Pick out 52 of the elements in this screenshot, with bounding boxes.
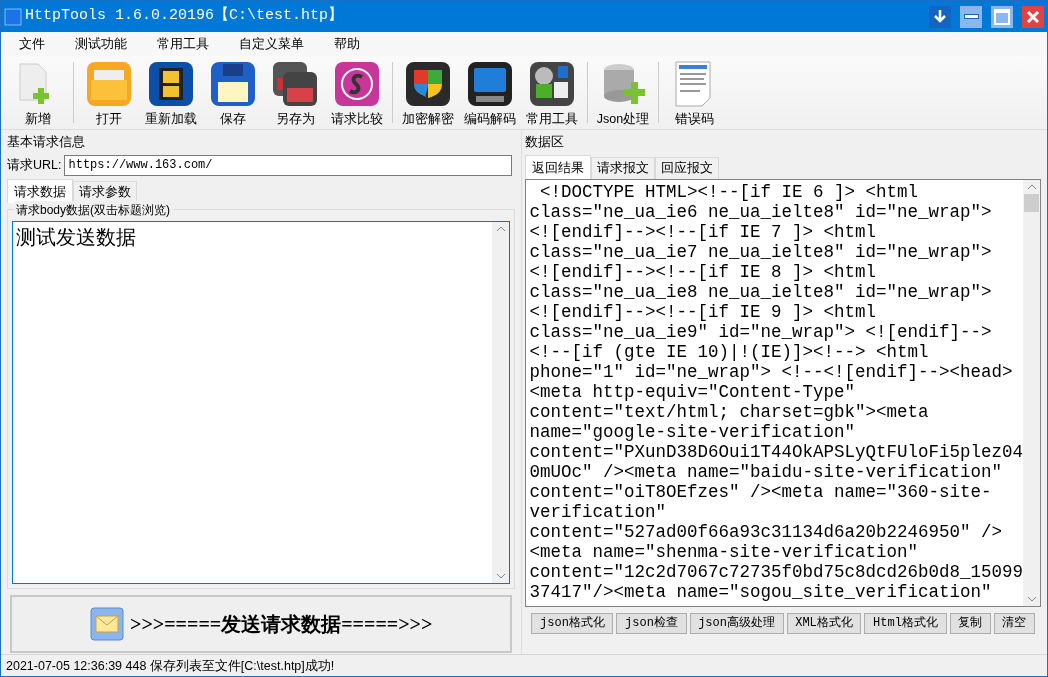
toolbar-button[interactable]: 打开: [78, 56, 140, 129]
tab[interactable]: 请求报文: [591, 156, 656, 179]
menu-item[interactable]: 常用工具: [142, 32, 224, 56]
toolbar-button[interactable]: 错误码: [663, 56, 725, 129]
toolbar-button[interactable]: 编码解码: [459, 56, 521, 129]
compare-icon: [333, 60, 381, 108]
tab[interactable]: 请求参数: [73, 180, 137, 203]
envelope-icon: [90, 606, 125, 641]
minimize-icon: [963, 14, 979, 19]
close-button[interactable]: [1022, 5, 1044, 28]
menu-item[interactable]: 测试功能: [60, 32, 142, 56]
toolbar-button[interactable]: Json处理: [592, 56, 654, 129]
action-button[interactable]: Html格式化: [864, 612, 947, 634]
toolbar-button[interactable]: 保存: [202, 56, 264, 129]
action-button[interactable]: json检查: [616, 612, 687, 634]
status-text: 2021-07-05 12:36:39 448 保存列表至文件[C:\test.htp]成功!: [1, 654, 1047, 676]
menu-item[interactable]: 文件: [4, 32, 60, 56]
toolbar-button[interactable]: 常用工具: [521, 56, 583, 129]
toolbar-button[interactable]: 另存为: [264, 56, 326, 129]
menu-item[interactable]: 帮助: [319, 32, 375, 56]
folder-icon: [85, 60, 133, 108]
action-button[interactable]: json高级处理: [689, 612, 784, 634]
monitor-icon: [466, 60, 514, 108]
section-title: 基本请求信息: [7, 134, 86, 151]
maximize-button[interactable]: [991, 5, 1013, 28]
tab[interactable]: 请求数据: [7, 178, 73, 203]
scroll-thumb[interactable]: [1024, 193, 1039, 212]
toolbar-button[interactable]: 请求比较: [326, 56, 388, 129]
tab[interactable]: 回应报文: [655, 156, 720, 179]
action-button[interactable]: 清空: [993, 612, 1035, 634]
film-icon: [147, 60, 195, 108]
floppy-disks-icon: [271, 60, 319, 108]
url-label: 请求URL:: [7, 156, 62, 174]
toolbar-button[interactable]: 加密解密: [397, 56, 459, 129]
section-title: 数据区: [525, 134, 566, 151]
shield-icon: [404, 60, 452, 108]
action-button[interactable]: 复制: [949, 612, 991, 634]
group-title: 请求body数据(双击标题浏览): [14, 200, 172, 219]
toolbar-button[interactable]: 重新加载: [140, 56, 202, 129]
minimize-button[interactable]: [960, 5, 982, 28]
menu-item[interactable]: 自定义菜单: [224, 32, 319, 56]
action-button[interactable]: XML格式化: [786, 612, 862, 634]
url-field[interactable]: https://www.163.com/: [64, 154, 513, 176]
response-text: <!DOCTYPE HTML><!--[if IE 6 ]> <html class="ne_ua_ie6 ne_ua_ielte8" id="ne_wrap"> <![endif]--><!--[if IE 7 ]> <html class="ne_ua_ie7 ne_ua_ielte8" id="ne_wrap"> <![endif]--><!--[if IE 8 ]> <html class="ne_ua_ie8 ne_ua_ielte8" id="ne_wrap"> <![endif]--><!--[if IE 9 ]> <html class="ne_ua_ie9" id="ne_wrap"> <![endif]--> <!--[if (gte IE 10)|!(IE)]><!--> <html phone="1" id="ne_wrap"> <!--<![endif]--><head> <meta http-equiv="Content-Type" content="text/html; charset=gbk"><meta name="google-site-verification" content="PXunD38D6Oui1T44OkAPSLyQtFUloFi5plez04 0mUOc" /><meta name="baidu-site-verification" content="oiT8OEfzes" /><meta name="360-site- verification" content="527ad00f66a93c31134d6a20b2246950" /> <meta name="shenma-site-verification" content="12c2d7067c72735f0bd75c8dcd26b0d8_15099 37417"/><meta name="sogou_site_verification": [528, 180, 1023, 604]
window-title: HttpTools 1.6.0.20196【C:\test.htp】: [25, 5, 344, 27]
toolbar-button[interactable]: 新增: [7, 56, 69, 129]
send-button[interactable]: >>>=====发送请求数据=====>>>: [10, 594, 513, 653]
app-icon: [4, 7, 22, 26]
download-button[interactable]: [929, 5, 951, 28]
tools-icon: [528, 60, 576, 108]
action-button[interactable]: json格式化: [531, 612, 614, 634]
tab[interactable]: 返回结果: [525, 154, 592, 179]
